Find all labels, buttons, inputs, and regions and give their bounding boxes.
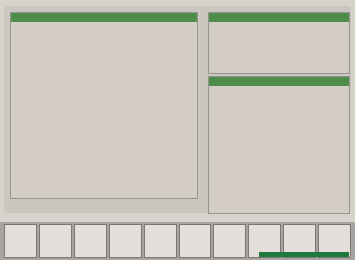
function-key[interactable] <box>108 224 142 258</box>
function-key[interactable] <box>143 224 177 258</box>
status-title <box>209 13 349 22</box>
instructions-text <box>11 22 197 28</box>
instructions-panel <box>10 12 198 199</box>
display-screen <box>4 6 351 214</box>
function-key[interactable] <box>73 224 107 258</box>
status-panel <box>208 12 350 74</box>
status-indicator-bar <box>259 252 349 257</box>
function-key[interactable] <box>213 224 247 258</box>
instructions-title <box>11 13 197 22</box>
notes-title <box>209 77 349 86</box>
function-key[interactable] <box>38 224 72 258</box>
function-key[interactable] <box>4 224 37 258</box>
function-key[interactable] <box>178 224 212 258</box>
notes-panel <box>208 76 350 214</box>
notes-text <box>209 86 349 92</box>
function-key-row <box>0 222 355 260</box>
